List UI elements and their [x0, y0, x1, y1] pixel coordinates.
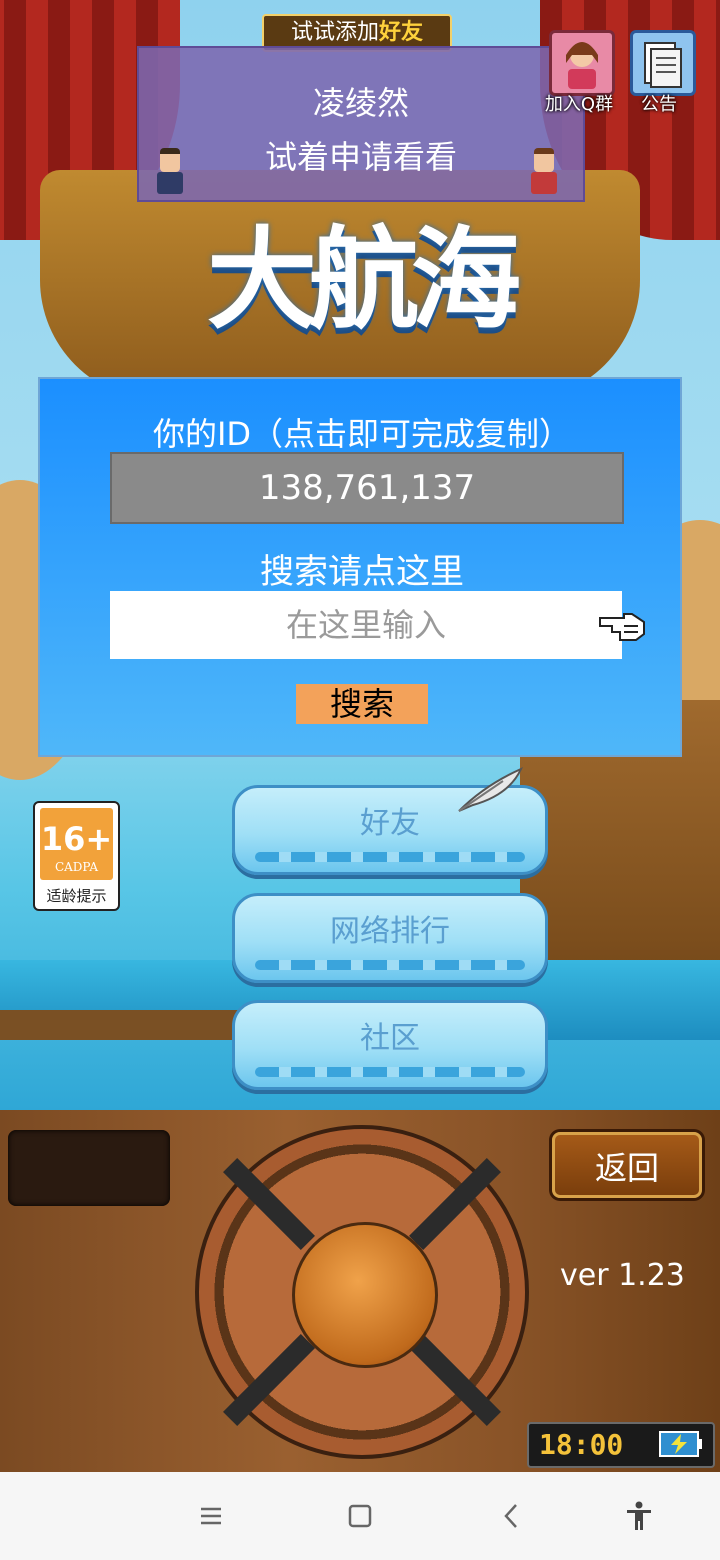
- home-square-icon[interactable]: [344, 1500, 376, 1532]
- ranking-button-label: 网络排行: [330, 914, 450, 949]
- age-rating-org: CADPA: [54, 860, 99, 874]
- clock-time: 18:00: [539, 1428, 624, 1461]
- friend-name: 凌绫然: [312, 84, 409, 122]
- accessibility-icon[interactable]: [623, 1500, 655, 1532]
- friend-id-dialog: 你的ID（点击即可完成复制） 138,761,137 搜索请点这里 搜索: [38, 377, 682, 757]
- age-rating-badge: 16+ CADPA 适龄提示: [33, 801, 120, 911]
- dock: [0, 1010, 250, 1040]
- age-rating-top: 16+ CADPA: [40, 808, 113, 880]
- friend-suggestion-panel[interactable]: 凌绫然 试着申请看看: [137, 46, 585, 202]
- try-add-highlight: 好友: [379, 20, 424, 45]
- pointing-hand-icon: [599, 613, 645, 641]
- lifebuoy-center-button[interactable]: [292, 1222, 438, 1368]
- battery-charging-icon: [659, 1431, 702, 1457]
- system-navigation-bar: [0, 1472, 720, 1560]
- friend-hint: 试着申请看看: [264, 138, 457, 176]
- player-id-value[interactable]: 138,761,137: [110, 452, 624, 524]
- notice-label[interactable]: 公告: [624, 90, 694, 116]
- search-button[interactable]: 搜索: [296, 684, 428, 724]
- version-label: ver 1.23: [560, 1258, 685, 1293]
- your-id-title: 你的ID（点击即可完成复制）: [152, 415, 572, 453]
- age-rating-label: 适龄提示: [46, 887, 107, 905]
- age-rating-number: 16+: [40, 820, 113, 858]
- back-chevron-icon[interactable]: [496, 1500, 528, 1532]
- friend-search-input[interactable]: [110, 591, 622, 659]
- search-title: 搜索请点这里: [260, 552, 464, 592]
- online-ranking-button[interactable]: 网络排行: [232, 893, 548, 983]
- rope-segment: [409, 1334, 501, 1426]
- back-button[interactable]: 返回: [552, 1132, 702, 1198]
- control-panel: 返回 ver 1.23 18:00: [0, 1110, 720, 1472]
- game-logo: 大航海: [207, 216, 521, 344]
- community-button-label: 社区: [360, 1021, 420, 1056]
- qq-group-avatar-icon[interactable]: [549, 30, 615, 96]
- lifebuoy-dial[interactable]: [195, 1125, 529, 1459]
- rope-segment: [223, 1158, 315, 1250]
- try-add-prefix: 试试添加: [290, 20, 379, 45]
- qq-group-label[interactable]: 加入Q群: [536, 90, 622, 116]
- game-clock: 18:00: [527, 1422, 715, 1468]
- girl-character-icon: [527, 148, 561, 194]
- rope-segment: [223, 1334, 315, 1426]
- notice-document-icon[interactable]: [630, 30, 696, 96]
- rope-segment: [409, 1158, 501, 1250]
- quill-feather-icon: [458, 767, 524, 812]
- community-button[interactable]: 社区: [232, 1000, 548, 1090]
- empty-slot: [8, 1130, 170, 1206]
- boy-character-icon: [153, 148, 187, 194]
- menu-icon[interactable]: [195, 1500, 227, 1532]
